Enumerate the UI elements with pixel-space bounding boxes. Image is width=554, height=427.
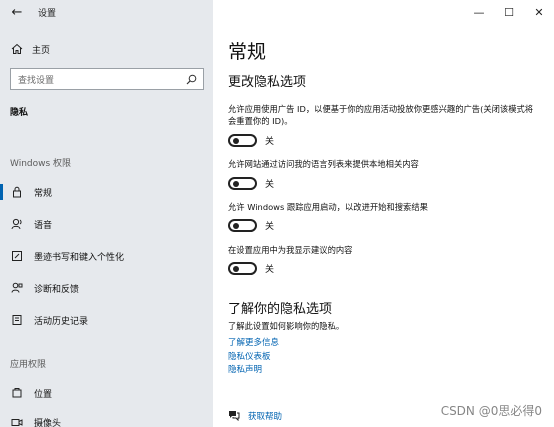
sidebar-item-activity-history[interactable]: 活动历史记录 [0, 309, 213, 331]
watermark: CSDN @0思必得0 [440, 404, 542, 418]
learn-privacy-description: 了解此设置如何影响你的隐私。 [228, 321, 345, 331]
option-description-app-launch-tracking: 允许 Windows 跟踪应用启动，以改进开始和搜索结果 [228, 202, 428, 212]
toggle-row-app-launch-tracking: 关 [228, 219, 274, 232]
toggle-state-label: 关 [265, 265, 275, 275]
back-button[interactable]: ← [0, 0, 34, 24]
active-indicator [0, 184, 3, 200]
toggle-switch-advertising-id[interactable] [228, 134, 257, 147]
toggle-knob [233, 137, 239, 144]
toggle-switch-suggested-content[interactable] [228, 262, 257, 275]
location-icon [0, 387, 28, 399]
feedback-icon [0, 282, 28, 294]
sidebar-item-location[interactable]: 位置 [0, 382, 213, 404]
back-arrow-icon: ← [11, 4, 23, 20]
camera-icon [0, 416, 28, 427]
home-icon [0, 43, 28, 55]
main-content: 常规 更改隐私选项 允许应用使用广告 ID，以便基于你的应用活动投放你更感兴趣的… [228, 0, 546, 427]
history-icon [0, 314, 28, 326]
privacy-dashboard-link[interactable]: 隐私仪表板 [228, 350, 271, 362]
sidebar-item-diagnostics[interactable]: 诊断和反馈 [0, 277, 213, 299]
privacy-options-heading: 更改隐私选项 [228, 75, 307, 90]
sidebar: ← 设置 主页 查找设置 隐私 Windows 权限 常规 语音 墨迹书写和键入 [0, 0, 213, 427]
search-input[interactable]: 查找设置 [18, 73, 54, 86]
toggle-switch-app-launch-tracking[interactable] [228, 219, 257, 232]
sidebar-item-label: 位置 [34, 389, 53, 400]
toggle-state-label: 关 [265, 222, 275, 232]
option-description-suggested-content: 在设置应用中为我显示建议的内容 [228, 245, 353, 255]
group-label-app-permissions: 应用权限 [10, 360, 47, 370]
toggle-row-advertising-id: 关 [228, 134, 274, 147]
current-section-label: 隐私 [10, 108, 29, 118]
sidebar-item-label: 摄像头 [34, 418, 62, 427]
option-description-language-list: 允许网站通过访问我的语言列表来提供本地相关内容 [228, 159, 419, 169]
toggle-knob [233, 222, 239, 229]
sidebar-item-camera[interactable]: 摄像头 [0, 411, 213, 427]
get-help-link[interactable]: 获取帮助 [248, 410, 282, 422]
search-icon[interactable] [186, 70, 197, 89]
home-label: 主页 [32, 45, 51, 56]
toggle-row-language-list: 关 [228, 177, 274, 190]
option-description-advertising-id: 允许应用使用广告 ID，以便基于你的应用活动投放你更感兴趣的广告(关闭该模式将会… [228, 104, 534, 126]
privacy-statement-link[interactable]: 隐私声明 [228, 363, 262, 375]
title-bar: ← 设置 [0, 0, 213, 24]
toggle-state-label: 关 [265, 180, 275, 190]
sidebar-item-general[interactable]: 常规 [0, 181, 213, 203]
learn-privacy-heading: 了解你的隐私选项 [228, 302, 333, 317]
nav-home[interactable]: 主页 [0, 38, 213, 60]
toggle-row-suggested-content: 关 [228, 262, 274, 275]
group-label-windows-permissions: Windows 权限 [10, 159, 72, 169]
sidebar-item-label: 诊断和反馈 [34, 284, 80, 295]
help-row: 获取帮助 [228, 406, 282, 425]
toggle-state-label: 关 [265, 137, 275, 147]
toggle-knob [233, 180, 239, 187]
app-title: 设置 [38, 8, 57, 19]
sidebar-item-label: 墨迹书写和键入个性化 [34, 252, 125, 263]
sidebar-item-label: 语音 [34, 220, 53, 231]
help-icon[interactable] [228, 406, 240, 425]
toggle-knob [233, 265, 239, 272]
sidebar-item-label: 常规 [34, 188, 53, 199]
lock-icon [0, 186, 28, 198]
pen-icon [0, 250, 28, 262]
search-box[interactable]: 查找设置 [10, 68, 204, 90]
sidebar-item-speech[interactable]: 语音 [0, 213, 213, 235]
learn-more-link[interactable]: 了解更多信息 [228, 336, 279, 348]
speech-icon [0, 218, 28, 230]
sidebar-item-label: 活动历史记录 [34, 316, 89, 327]
page-title: 常规 [228, 41, 267, 63]
sidebar-item-inking[interactable]: 墨迹书写和键入个性化 [0, 245, 213, 267]
toggle-switch-language-list[interactable] [228, 177, 257, 190]
